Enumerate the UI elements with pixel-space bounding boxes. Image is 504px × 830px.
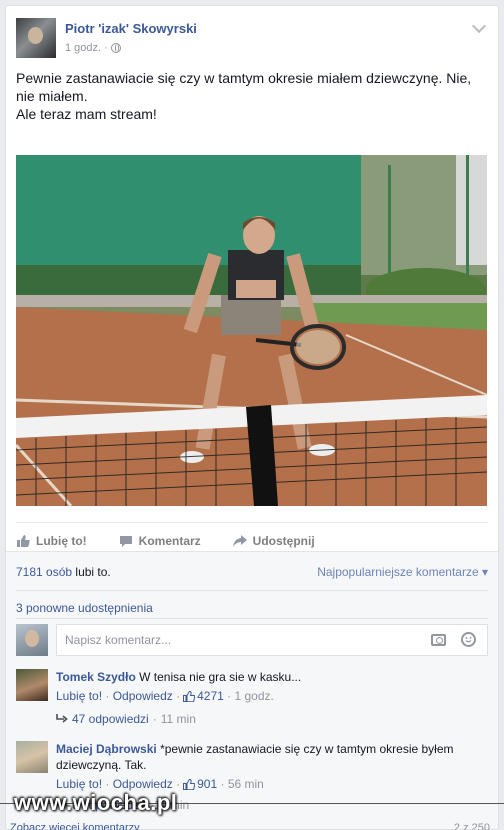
commenter-avatar[interactable] <box>16 669 48 701</box>
comment-like-count[interactable]: 901 <box>197 776 217 792</box>
sort-comments-dropdown[interactable]: Najpopularniejsze komentarze ▾ <box>317 565 488 579</box>
smiley-icon[interactable] <box>461 632 476 647</box>
chevron-down-icon[interactable] <box>471 18 487 34</box>
share-button-label: Udostępnij <box>252 533 315 548</box>
view-replies-link[interactable]: 47 odpowiedzi · 11 min <box>56 712 196 726</box>
action-bar: Lubię to! Komentarz Udostępnij <box>16 522 488 548</box>
comment-item: Tomek Szydło W tenisa nie gra sie w kask… <box>16 669 488 717</box>
separator-dot: · <box>152 712 157 726</box>
reply-arrow-icon <box>56 714 68 723</box>
current-user-avatar <box>16 624 48 656</box>
post-photo[interactable] <box>16 155 487 506</box>
separator-dot: · <box>102 689 113 703</box>
comments-section: 7181 osób lubi to. Najpopularniejsze kom… <box>6 551 498 829</box>
post-time[interactable]: 1 godz. <box>65 42 101 54</box>
comment-button[interactable]: Komentarz <box>119 534 201 548</box>
author-name[interactable]: Piotr 'izak' Skowyrski <box>65 21 197 36</box>
author-avatar[interactable] <box>16 18 56 58</box>
comment-item: Maciej Dąbrowski *pewnie zastanawiacie s… <box>16 741 488 797</box>
like-button-label: Lubię to! <box>36 533 87 548</box>
share-arrow-icon <box>232 534 247 547</box>
commenter-avatar[interactable] <box>16 741 48 773</box>
thumbs-up-icon <box>17 534 30 547</box>
post-header: Piotr 'izak' Skowyrski 1 godz. · <box>16 18 488 60</box>
more-comments-link[interactable]: Zobacz więcej komentarzy <box>10 822 140 830</box>
post-text-line: Pewnie zastanawiacie się czy w tamtym ok… <box>16 70 476 104</box>
comment-actions: Lubię to! · Odpowiedz · 4271 · 1 godz. <box>56 688 488 704</box>
comment-body: Tomek Szydło W tenisa nie gra sie w kask… <box>56 669 488 704</box>
comment-button-label: Komentarz <box>138 533 201 548</box>
comments-count: 2 z 250 <box>453 822 490 830</box>
thumbs-up-icon <box>183 690 196 702</box>
comment-composer <box>16 624 488 656</box>
comment-input[interactable] <box>56 624 488 656</box>
separator-dot: · <box>104 42 108 54</box>
sort-comments-label: Najpopularniejsze komentarze <box>317 565 479 579</box>
divider <box>16 618 488 619</box>
tennis-photo <box>16 155 487 506</box>
comment-icon <box>119 535 132 547</box>
post-text-line: Ale teraz mam stream! <box>16 106 157 122</box>
likes-row: 7181 osób lubi to. Najpopularniejsze kom… <box>16 565 488 583</box>
smiley-face-glyph <box>465 637 472 643</box>
comment-reply-link[interactable]: Odpowiedz <box>113 688 173 704</box>
like-button[interactable]: Lubię to! <box>16 534 87 548</box>
separator-dot: · <box>223 689 235 703</box>
comment-text: W tenisa nie gra sie w kasku... <box>139 670 302 684</box>
separator-dot: · <box>217 777 228 791</box>
shares-link[interactable]: 3 ponowne udostępnienia <box>16 601 153 615</box>
watermark-logo: www.wiocha.pl <box>14 790 178 815</box>
share-button[interactable]: Udostępnij <box>232 533 315 548</box>
comment-body: Maciej Dąbrowski *pewnie zastanawiacie s… <box>56 741 488 792</box>
post-card: Piotr 'izak' Skowyrski 1 godz. · Pewnie … <box>5 5 499 830</box>
globe-icon <box>110 43 121 53</box>
comment-time[interactable]: 1 godz. <box>234 688 273 704</box>
divider <box>16 590 488 591</box>
thumbs-up-icon <box>183 778 196 790</box>
separator-dot: · <box>172 689 181 703</box>
comment-like-link[interactable]: Lubię to! <box>56 688 102 704</box>
caret-down-icon: ▾ <box>481 565 488 579</box>
likes-count-link[interactable]: 7181 osób <box>16 565 72 579</box>
camera-icon[interactable] <box>431 634 446 646</box>
replies-time: 11 min <box>160 712 196 726</box>
commenter-name[interactable]: Tomek Szydło <box>56 670 136 684</box>
comment-time[interactable]: 56 min <box>228 776 264 792</box>
comment-like-count[interactable]: 4271 <box>197 688 224 704</box>
likes-suffix: lubi to. <box>75 565 111 579</box>
post-text: Pewnie zastanawiacie się czy w tamtym ok… <box>16 69 478 123</box>
commenter-name[interactable]: Maciej Dąbrowski <box>56 742 157 756</box>
replies-count: 47 odpowiedzi <box>72 712 149 726</box>
post-meta: 1 godz. · <box>65 42 121 54</box>
